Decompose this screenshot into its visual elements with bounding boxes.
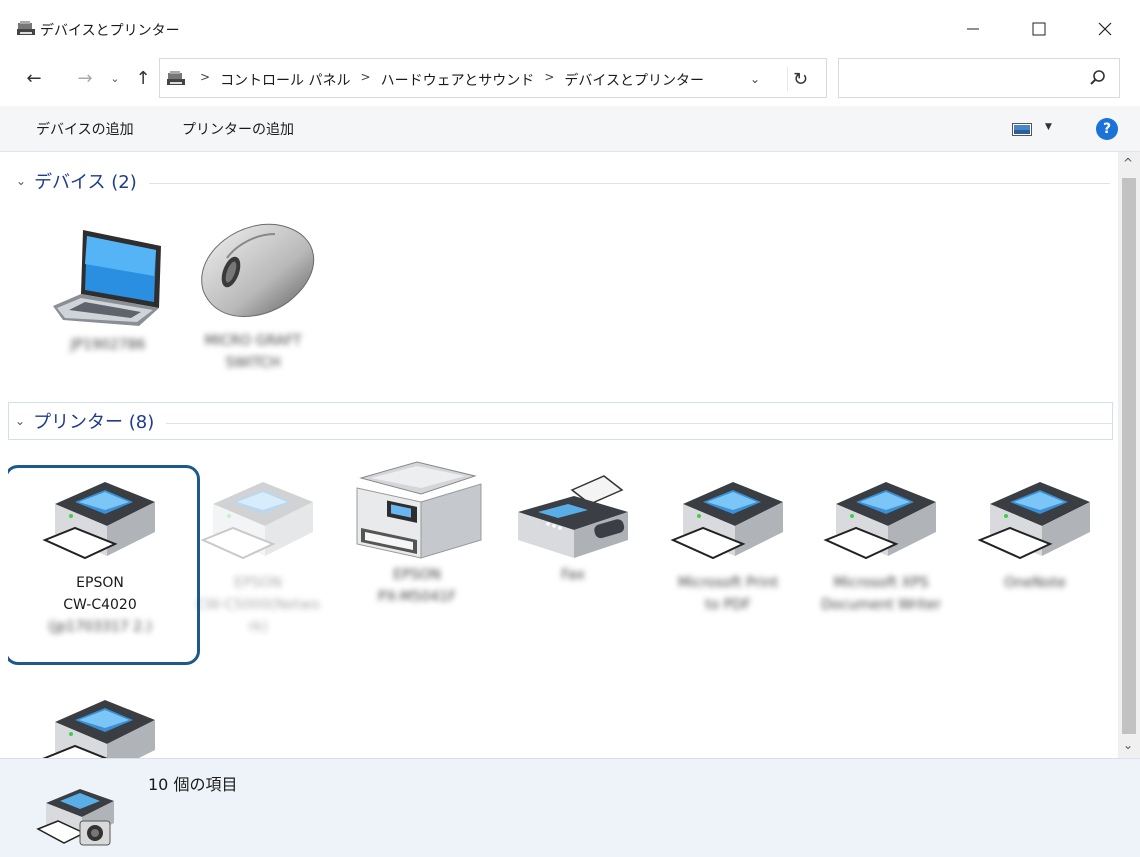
printer-tile-microsoft-print-to-pdf[interactable]: Microsoft Print to PDF (653, 474, 803, 616)
printer-label-line: CW-C4020 (63, 597, 137, 613)
printer-label-line: to PDF (705, 597, 751, 613)
printer-tile-onenote[interactable]: OneNote (960, 474, 1110, 594)
breadcrumb-devices-and-printers[interactable]: デバイスとプリンター (564, 70, 704, 90)
device-label: MICRO GRAFT SWITCH (204, 333, 302, 371)
help-icon[interactable]: ? (1096, 118, 1118, 140)
devices-and-printers-icon (167, 71, 185, 85)
laptop-icon (53, 230, 161, 326)
device-list-pane: ⌄ デバイス (2) JP1902786 MICRO GRAFT SWITCH … (8, 152, 1118, 758)
scrollbar-thumb[interactable] (1122, 178, 1136, 734)
mouse-icon (201, 223, 315, 317)
printer-label: EPSON CW-C4020 (jp1703317 2.) (25, 572, 175, 638)
group-label: プリンター (8) (33, 412, 155, 433)
printer-icon (42, 482, 155, 560)
printer-tile-epson-cw-c4020[interactable]: EPSON CW-C4020 (jp1703317 2.) (25, 474, 175, 638)
group-label: デバイス (2) (34, 172, 137, 193)
printer-icon (823, 482, 936, 560)
search-input[interactable] (838, 58, 1120, 98)
printer-label: Microsoft XPS Document Writer (806, 572, 956, 616)
printer-label: OneNote (960, 572, 1110, 594)
printer-label-line: EPSON (234, 575, 282, 591)
devices-and-printers-icon (36, 789, 114, 846)
breadcrumb-separator[interactable]: > (544, 70, 554, 90)
printer-label-line: OneNote (1004, 575, 1066, 591)
group-header-printers[interactable]: ⌄ プリンター (8) (8, 402, 1113, 440)
printer-label-line: EPSON (393, 567, 441, 583)
printer-tile-fax[interactable]: Fax (498, 468, 648, 586)
printer-label: Fax (498, 564, 648, 586)
command-bar: デバイスの追加 プリンターの追加 ▼ ? (0, 106, 1140, 152)
refresh-button[interactable]: ↻ (787, 67, 813, 91)
printer-label-line: rk) (248, 619, 268, 635)
breadcrumb-hardware-and-sound[interactable]: ハードウェアとサウンド (381, 70, 535, 90)
address-dropdown-button[interactable]: ⌄ (745, 69, 765, 89)
printer-icon (977, 482, 1090, 560)
search-icon (1090, 70, 1105, 85)
minimize-button[interactable] (950, 12, 996, 46)
vertical-scrollbar[interactable]: ^ ⌄ (1118, 152, 1140, 758)
view-options-dropdown[interactable]: ▼ (1045, 122, 1052, 132)
breadcrumb: > コントロール パネル > ハードウェアとサウンド > デバイスとプリンター (194, 70, 704, 90)
printer-label-line: Microsoft XPS (833, 575, 929, 591)
navigation-bar: ← → ⌄ ↑ > コントロール パネル > ハードウェアとサウンド > デバイ… (0, 56, 1140, 98)
printer-label-line: Microsoft Print (677, 575, 779, 591)
chevron-down-icon: ⌄ (16, 174, 27, 188)
title-bar: デバイスとプリンター (0, 0, 1140, 56)
address-bar[interactable]: > コントロール パネル > ハードウェアとサウンド > デバイスとプリンター … (159, 58, 827, 98)
up-arrow-icon: ↑ (135, 67, 151, 89)
device-tile-mouse[interactable]: MICRO GRAFT SWITCH (178, 212, 328, 374)
item-count: 10 個の項目 (148, 775, 238, 794)
breadcrumb-control-panel[interactable]: コントロール パネル (220, 70, 350, 90)
back-arrow-icon: ← (26, 67, 42, 89)
printer-label: Microsoft Print to PDF (653, 572, 803, 616)
details-pane: 10 個の項目 (0, 758, 1140, 857)
printer-label: EPSON PX-M5041F (342, 564, 492, 608)
forward-arrow-icon: → (77, 67, 93, 89)
printer-label-line: (jp1703317 2.) (48, 619, 152, 635)
printer-tile-epson-cw-c5000[interactable]: EPSON CW-C5000(Netwo rk) (183, 474, 333, 638)
printer-label-line: Fax (561, 567, 585, 583)
window-title: デバイスとプリンター (40, 23, 180, 39)
devices-and-printers-icon (17, 21, 35, 35)
printer-icon (42, 700, 155, 758)
group-divider (148, 182, 1110, 184)
device-tile-laptop[interactable]: JP1902786 (33, 216, 183, 356)
refresh-icon: ↻ (792, 68, 809, 90)
minimize-icon (967, 28, 979, 30)
maximize-button[interactable] (1016, 12, 1062, 46)
forward-button[interactable]: → (73, 66, 97, 90)
printer-icon (200, 482, 313, 560)
close-icon (1098, 22, 1112, 36)
back-button[interactable]: ← (22, 66, 46, 90)
recent-locations-button[interactable]: ⌄ (103, 66, 127, 90)
maximize-icon (1032, 22, 1046, 36)
fax-icon (518, 475, 628, 558)
printer-label-line: EPSON (76, 575, 124, 591)
group-divider (166, 422, 1112, 424)
up-button[interactable]: ↑ (131, 66, 155, 90)
add-printer-button[interactable]: プリンターの追加 (182, 119, 294, 139)
printer-label-line: CW-C5000(Netwo (196, 597, 320, 613)
printer-tile-microsoft-xps-document-writer[interactable]: Microsoft XPS Document Writer (806, 474, 956, 616)
printer-label: EPSON CW-C5000(Netwo rk) (183, 572, 333, 638)
printer-label-line: PX-M5041F (377, 589, 457, 605)
breadcrumb-separator[interactable]: > (361, 70, 371, 90)
close-button[interactable] (1082, 12, 1128, 46)
group-header-devices[interactable]: ⌄ デバイス (2) (10, 168, 1110, 194)
change-view-icon[interactable] (1012, 123, 1032, 136)
printer-label-line: Document Writer (821, 597, 941, 613)
printer-icon (670, 482, 783, 560)
printer-tile-partial[interactable] (25, 692, 175, 758)
scroll-down-icon[interactable]: ⌄ (1123, 738, 1133, 752)
chevron-down-icon: ⌄ (749, 72, 761, 86)
scroll-up-icon[interactable]: ^ (1123, 156, 1133, 170)
breadcrumb-separator[interactable]: > (200, 70, 210, 90)
printer-tile-epson-px-m5041f[interactable]: EPSON PX-M5041F (342, 458, 492, 608)
chevron-down-icon: ⌄ (15, 414, 26, 428)
chevron-down-icon: ⌄ (110, 71, 120, 85)
add-device-button[interactable]: デバイスの追加 (36, 119, 134, 139)
multifunction-printer-icon (356, 461, 482, 559)
device-label: JP1902786 (70, 337, 146, 353)
